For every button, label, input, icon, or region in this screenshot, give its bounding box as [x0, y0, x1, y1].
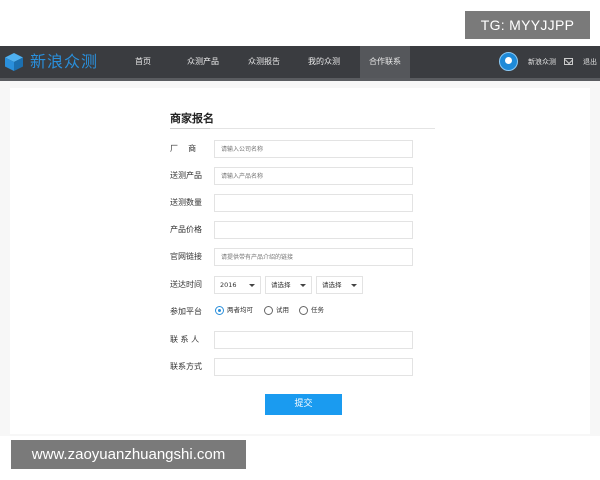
- submit-button[interactable]: 提交: [265, 394, 342, 415]
- quantity-input[interactable]: [214, 194, 413, 212]
- chevron-down-icon: [351, 284, 357, 287]
- logo-cube-icon: [5, 53, 23, 71]
- contact-method-label: 联系方式: [170, 362, 202, 371]
- platform-option-both: 两者均可: [227, 306, 253, 314]
- month-select-value: 请选择: [271, 281, 291, 289]
- year-select-value: 2016: [220, 281, 237, 289]
- product-input[interactable]: [214, 167, 413, 185]
- arrival-label: 送达时间: [170, 280, 202, 289]
- top-navigation-bar: 新浪众测 首页 众测产品 众测报告 我的众测 合作联系 新浪众测 退出: [0, 46, 600, 81]
- chevron-down-icon: [249, 284, 255, 287]
- website-label: 官网链接: [170, 252, 202, 261]
- quantity-label: 送测数量: [170, 198, 202, 207]
- platform-radio-task[interactable]: [299, 306, 308, 315]
- product-label: 送测产品: [170, 171, 202, 180]
- user-name-link[interactable]: 新浪众测: [528, 46, 556, 78]
- price-label: 产品价格: [170, 225, 202, 234]
- nav-item-contact[interactable]: 合作联系: [360, 46, 410, 78]
- platform-option-task: 任务: [311, 306, 324, 314]
- nav-item-my-tests[interactable]: 我的众测: [302, 46, 346, 78]
- watermark: www.zaoyuanzhuangshi.com: [11, 440, 246, 469]
- mail-icon[interactable]: [564, 58, 573, 65]
- tg-badge: TG: MYYJJPP: [465, 11, 590, 39]
- platform-option-trial: 试用: [276, 306, 289, 314]
- nav-item-products[interactable]: 众测产品: [181, 46, 225, 78]
- nav-item-reports[interactable]: 众测报告: [242, 46, 286, 78]
- contact-person-input[interactable]: [214, 331, 413, 349]
- avatar[interactable]: [499, 52, 518, 71]
- factory-input[interactable]: [214, 140, 413, 158]
- website-input[interactable]: [214, 248, 413, 266]
- nav-item-home[interactable]: 首页: [128, 46, 158, 78]
- year-select[interactable]: 2016: [214, 276, 261, 294]
- platform-radio-trial[interactable]: [264, 306, 273, 315]
- day-select[interactable]: 请选择: [316, 276, 363, 294]
- page-title: 商家报名: [170, 112, 214, 125]
- day-select-value: 请选择: [322, 281, 342, 289]
- contact-person-label: 联 系 人: [170, 335, 200, 344]
- price-input[interactable]: [214, 221, 413, 239]
- platform-radio-both[interactable]: [215, 306, 224, 315]
- factory-label: 厂 商: [170, 144, 197, 153]
- logout-link[interactable]: 退出: [583, 46, 597, 78]
- title-divider: [170, 128, 435, 129]
- platform-label: 参加平台: [170, 307, 202, 316]
- site-logo[interactable]: 新浪众测: [30, 51, 98, 73]
- contact-method-input[interactable]: [214, 358, 413, 376]
- chevron-down-icon: [300, 284, 306, 287]
- month-select[interactable]: 请选择: [265, 276, 312, 294]
